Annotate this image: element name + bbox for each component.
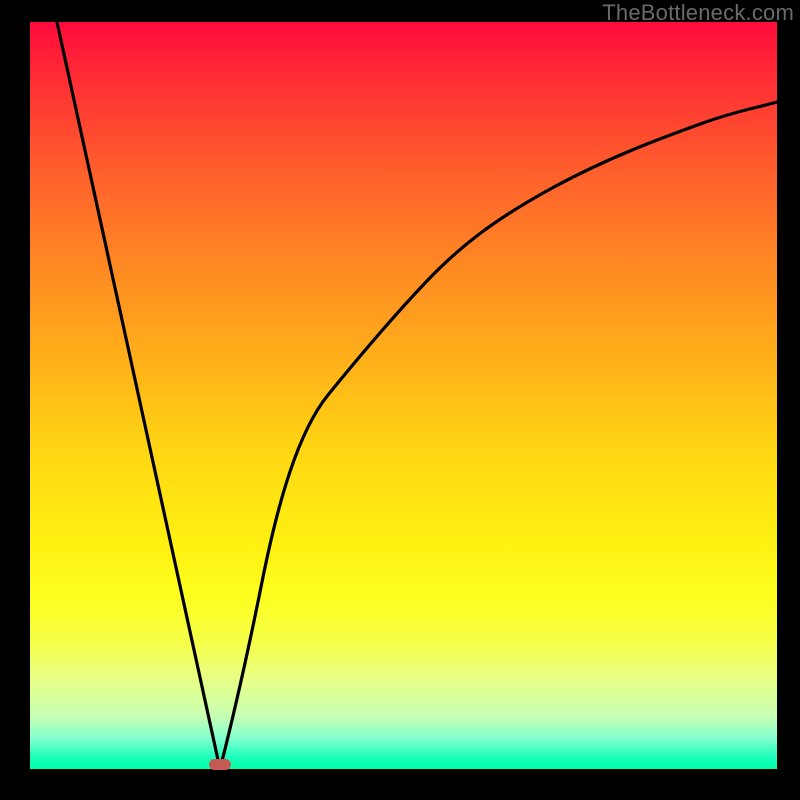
watermark-text: TheBottleneck.com xyxy=(602,0,794,26)
chart-frame: TheBottleneck.com xyxy=(0,0,800,800)
bottleneck-curve xyxy=(30,22,777,769)
plot-area xyxy=(30,22,777,769)
optimum-marker xyxy=(209,759,231,770)
curve-right-segment xyxy=(220,102,777,769)
curve-left-segment xyxy=(57,22,220,769)
